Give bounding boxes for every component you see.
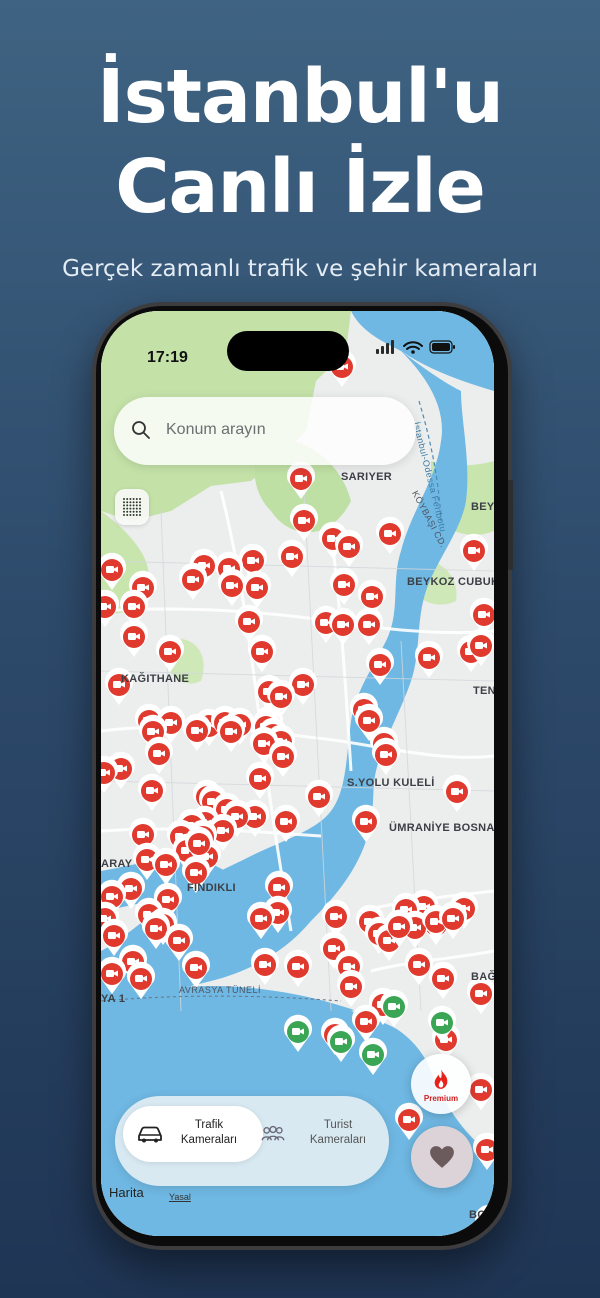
favorites-button[interactable] xyxy=(411,1126,473,1188)
layers-icon xyxy=(123,498,141,516)
map-label-beyk: BEYK xyxy=(471,501,494,513)
premium-button[interactable]: Premium xyxy=(411,1054,471,1114)
maps-attribution: Harita xyxy=(109,1185,144,1200)
map-label-bo: BO xyxy=(469,1209,487,1221)
legal-link[interactable]: Yasal xyxy=(169,1192,191,1202)
camera-type-toggle: Trafik Kameraları Turist Kameraları xyxy=(115,1096,389,1186)
status-time: 17:19 xyxy=(147,349,188,366)
status-icons xyxy=(376,340,455,354)
flame-icon xyxy=(434,1069,448,1089)
tab-tourist-label: Turist Kameraları xyxy=(309,1119,367,1146)
subheadline: Gerçek zamanlı trafik ve şehir kameralar… xyxy=(62,256,538,282)
map-label-syolu: S.YOLU KULELİ xyxy=(347,777,435,789)
app-screen: SARIYER BEYK BEYKOZ CUBUK KAĞITHANE TEN … xyxy=(101,311,494,1236)
wifi-icon xyxy=(403,341,423,350)
signal-icon xyxy=(376,340,394,354)
tab-tourist-cameras[interactable]: Turist Kameraları xyxy=(261,1106,383,1162)
map-label-beykoz: BEYKOZ CUBUK xyxy=(407,576,494,588)
map-label-umraniye: ÜMRANİYE BOSNA xyxy=(389,822,494,834)
battery-icon xyxy=(429,340,455,354)
map-label-kagithane: KAĞITHANE xyxy=(121,673,190,685)
headline-line-1: İstanbul'u xyxy=(97,54,504,140)
tab-traffic-label: Trafik Kameraları xyxy=(180,1119,238,1146)
search-input[interactable]: Konum arayın xyxy=(166,421,266,439)
map-label-ya1: YA 1 xyxy=(101,993,126,1005)
car-icon xyxy=(138,1126,162,1143)
layers-button[interactable] xyxy=(115,489,149,525)
people-icon xyxy=(261,1125,285,1141)
dynamic-island xyxy=(227,331,349,371)
map-label-ten: TEN xyxy=(473,685,494,697)
map-label-avrasya: AVRASYA TÜNELİ xyxy=(179,985,262,995)
headline-line-2: Canlı İzle xyxy=(115,144,486,230)
search-icon xyxy=(132,421,150,439)
tab-traffic-cameras[interactable]: Trafik Kameraları xyxy=(123,1106,263,1162)
headline: İstanbul'u Canlı İzle xyxy=(0,52,600,232)
map-label-bag: BAĞ xyxy=(471,971,494,983)
search-bar[interactable]: Konum arayın xyxy=(114,397,416,465)
map-label-findikli: FINDIKLI xyxy=(187,882,236,894)
map-label-aray: ARAY xyxy=(101,858,133,870)
map-label-sariyer: SARIYER xyxy=(341,471,392,483)
phone-side-button xyxy=(508,480,513,570)
heart-icon xyxy=(430,1146,454,1168)
premium-label: Premium xyxy=(423,1094,459,1103)
